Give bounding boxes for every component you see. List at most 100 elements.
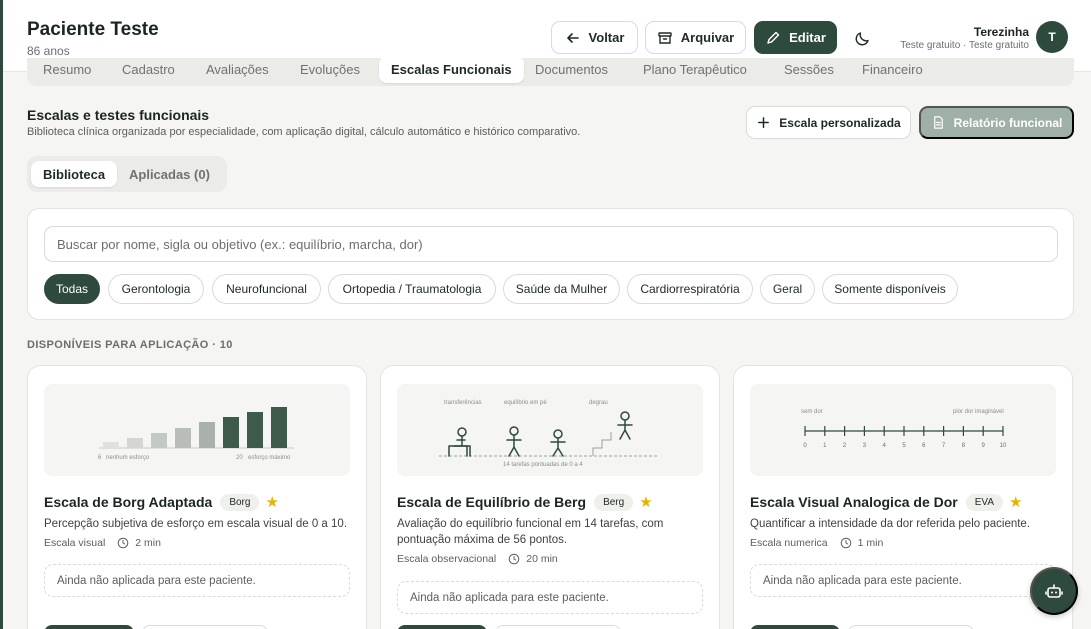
filter-chip-todas[interactable]: Todas [44,274,100,304]
pencil-icon [767,31,780,44]
edit-button[interactable]: Editar [754,21,837,54]
card-title: Escala Visual Analogica de Dor EVA ★ [750,493,1023,511]
scale-details-button[interactable] [848,625,974,629]
user-name: Terezinha [973,25,1029,39]
tab-financeiro[interactable]: Financeiro [862,62,923,77]
assistant-bot-button[interactable] [1030,567,1078,615]
edit-label: Editar [789,30,826,45]
borg-illustration: 6 nenhum esforço 20 esforço máximo [44,384,350,476]
moon-icon[interactable] [855,30,871,46]
robot-icon [1045,584,1063,598]
card-duration: 20 min [526,553,558,565]
borg-bar [175,428,191,448]
star-icon[interactable]: ★ [1009,493,1022,511]
library-segmented-control: Biblioteca Aplicadas (0) [27,156,227,192]
scale-card-eva[interactable]: sem dor pior dor imaginável 0 1 2 3 4 5 6 7 8 9 10… [733,365,1073,629]
tab-escalas-funcionais[interactable]: Escalas Funcionais [379,58,524,83]
card-description: Percepção subjetiva de esforço em escala… [44,518,348,530]
apply-scale-button[interactable] [397,625,487,629]
figure-climbing [617,411,633,440]
borg-bar [271,407,287,448]
filter-chip-gerontologia[interactable]: Gerontologia [108,274,204,304]
card-title: Escala de Equilíbrio de Berg Berg ★ [397,493,653,511]
clock-icon [840,537,851,549]
card-type: Escala observacional [397,553,497,565]
archive-button[interactable]: Arquivar [645,21,746,54]
apply-scale-button[interactable] [44,625,134,629]
step-stairs [592,432,612,456]
available-heading: DISPONÍVEIS PARA APLICAÇÃO · 10 [27,339,233,351]
figure-standing-2 [550,429,566,457]
eva-tick-label: 1 [823,443,827,449]
functional-report-label: Relatório funcional [953,115,1063,130]
card-duration: 1 min [857,537,884,549]
document-icon [933,116,943,129]
eva-tick-label: 9 [982,443,986,449]
eva-min-text: sem dor [801,409,823,415]
custom-scale-label: Escala personalizada [779,115,901,130]
section-description: Biblioteca clínica organizada por especi… [27,126,581,138]
tab-evolucoes[interactable]: Evoluções [300,62,360,77]
borg-min-value: 6 [98,455,102,461]
berg-label-step: degrau [589,400,608,406]
borg-bar [103,442,119,448]
tab-plano-terapeutico[interactable]: Plano Terapêutico [643,62,747,77]
filter-chip-saude-mulher[interactable]: Saúde da Mulher [503,274,620,304]
filter-chip-somente-disponiveis[interactable]: Somente disponíveis [822,274,958,304]
scale-card-borg[interactable]: 6 nenhum esforço 20 esforço máximo Escal… [27,365,367,629]
archive-icon [658,31,672,44]
borg-max-value: 20 [236,455,243,461]
card-duration: 2 min [135,537,161,549]
star-icon[interactable]: ★ [639,493,652,511]
borg-bar [223,417,239,448]
filter-chip-neurofuncional[interactable]: Neurofuncional [212,274,321,304]
scale-details-button[interactable] [142,625,268,629]
eva-tick-label: 2 [843,443,847,449]
card-description: Avaliação do equilíbrio funcional em 14 … [397,518,664,546]
scale-badge: Berg [594,494,634,511]
card-meta: Escala visual 2 min [44,537,161,549]
figure-standing [506,426,522,457]
tab-avaliacoes[interactable]: Avaliações [206,62,269,77]
borg-bar [247,412,263,448]
eva-tick-label: 8 [962,443,966,449]
apply-scale-button[interactable] [750,625,840,629]
scale-badge: Borg [220,494,260,511]
tab-documentos[interactable]: Documentos [535,62,608,77]
avatar[interactable]: T [1036,21,1068,53]
tab-cadastro[interactable]: Cadastro [122,62,175,77]
eva-illustration: sem dor pior dor imaginável 0 1 2 3 4 5 6 7 8 9 10 [750,384,1056,476]
scale-details-button[interactable] [495,625,621,629]
clock-icon [508,553,520,565]
card-type: Escala visual [44,537,106,549]
plus-icon [758,117,770,128]
tab-resumo[interactable]: Resumo [43,62,91,77]
star-icon[interactable]: ★ [265,493,278,511]
section-title: Escalas e testes funcionais [27,107,210,123]
eva-tick-label: 5 [902,443,906,449]
berg-label-transfer: transferências [444,400,482,406]
custom-scale-button[interactable]: Escala personalizada [746,106,911,139]
card-status-note: Ainda não aplicada para este paciente. [750,564,1056,597]
search-input[interactable] [44,226,1058,262]
borg-max-text: esforço máximo [248,455,291,461]
scale-card-berg[interactable]: transferências equilíbrio em pé degrau 1… [380,365,720,629]
segment-library[interactable]: Biblioteca [31,161,118,187]
berg-illustration: transferências equilíbrio em pé degrau 1… [397,384,703,476]
tab-sessoes[interactable]: Sessões [784,62,834,77]
segment-applied[interactable]: Aplicadas (0) [129,161,210,187]
back-button[interactable]: Voltar [551,21,638,54]
filter-chip-cardiorrespiratoria[interactable]: Cardiorrespiratória [627,274,753,304]
card-description: Quantificar a intensidade da dor referid… [750,518,1031,530]
filter-chip-ortopedia[interactable]: Ortopedia / Traumatologia [328,274,496,304]
filter-panel: Todas Gerontologia Neurofuncional Ortope… [27,208,1074,320]
patient-tabs: Resumo Cadastro Avaliações Evoluções Esc… [27,58,1074,86]
eva-tick-label: 4 [883,443,887,449]
card-title: Escala de Borg Adaptada Borg ★ [44,493,279,511]
functional-report-button[interactable]: Relatório funcional [919,106,1074,139]
patient-name: Paciente Teste [27,19,159,40]
user-plan: Teste gratuito · Teste gratuito [900,40,1029,51]
borg-bar [151,433,167,448]
filter-chip-geral[interactable]: Geral [760,274,815,304]
eva-tick-label: 10 [1000,443,1007,449]
